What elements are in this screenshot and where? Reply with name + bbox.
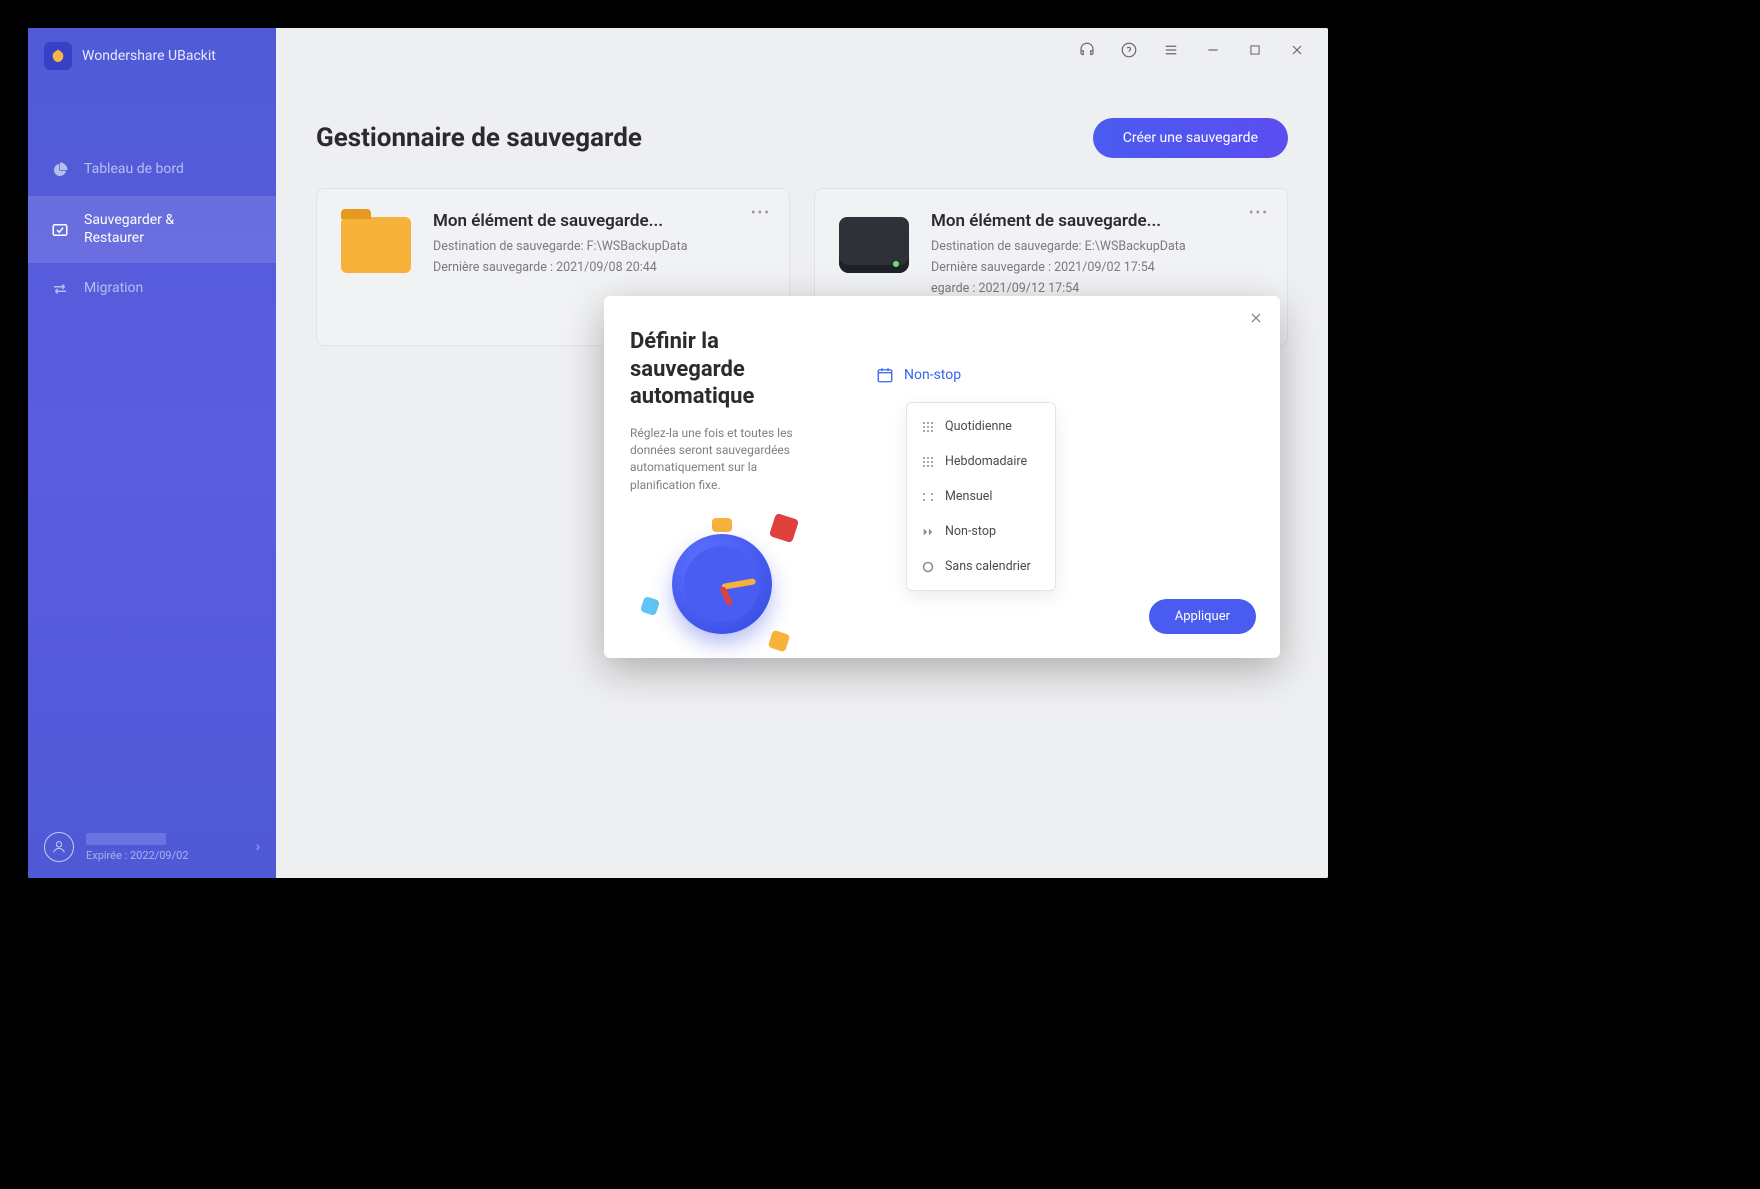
modal-right-panel: Non-stop Quotidienne Hebdomadaire [846,296,1280,658]
headset-icon[interactable] [1078,41,1096,59]
calendar-icon [876,366,894,384]
close-icon[interactable] [1248,310,1264,326]
card-more-icon[interactable]: ••• [1249,205,1269,221]
titlebar-left: Wondershare UBackit [28,28,276,84]
sidebar-item-label: Migration [84,280,143,298]
close-icon[interactable] [1288,41,1306,59]
dropdown-option-label: Quotidienne [945,419,1012,434]
user-expire-label: Expirée : 2022/09/02 [86,849,244,862]
pie-chart-icon [50,160,70,180]
card-last-backup: Dernière sauvegarde : 2021/09/08 20:44 [433,260,765,275]
dropdown-option-no-schedule[interactable]: Sans calendrier [907,549,1055,584]
maximize-icon[interactable] [1246,41,1264,59]
app-title: Wondershare UBackit [82,48,216,64]
dots-sparse-icon [921,490,935,504]
fast-forward-icon [921,525,935,539]
disk-icon [839,217,909,273]
apply-button[interactable]: Appliquer [1149,599,1256,634]
sidebar: Wondershare UBackit Tableau de bord Sauv… [28,28,276,878]
clock-button-decoration [712,518,732,532]
card-title: Mon élément de sauvegarde... [433,211,765,231]
dropdown-option-weekly[interactable]: Hebdomadaire [907,444,1055,479]
cube-decoration [768,630,791,653]
sidebar-item-label: Sauvegarder & Restaurer [84,212,174,247]
sidebar-item-migration[interactable]: Migration [28,263,276,315]
schedule-selector[interactable]: Non-stop [876,366,1250,384]
user-footer[interactable]: Expirée : 2022/09/02 › [44,832,260,862]
dots-grid-icon [921,455,935,469]
avatar-icon [44,832,74,862]
modal-title: Définir la sauvegarde automatique [630,328,820,411]
user-name-redacted [86,833,166,845]
card-title: Mon élément de sauvegarde... [931,211,1263,231]
sidebar-item-dashboard[interactable]: Tableau de bord [28,144,276,196]
menu-icon[interactable] [1162,41,1180,59]
app-logo-icon [44,42,72,70]
page-title: Gestionnaire de sauvegarde [316,123,642,153]
chevron-right-icon: › [256,839,260,855]
titlebar-right [1056,28,1328,72]
schedule-selected-label: Non-stop [904,367,961,383]
modal-description: Réglez-la une fois et toutes les données… [630,425,820,495]
sidebar-nav: Tableau de bord Sauvegarder & Restaurer … [28,144,276,315]
dots-grid-icon [921,420,935,434]
minimize-icon[interactable] [1204,41,1222,59]
cube-decoration [769,513,799,543]
main-area: Gestionnaire de sauvegarde Créer une sau… [276,28,1328,878]
folder-icon [341,217,411,273]
create-backup-button[interactable]: Créer une sauvegarde [1093,118,1288,158]
app-window: Wondershare UBackit Tableau de bord Sauv… [28,28,1328,878]
circle-outline-icon [921,560,935,574]
page-header: Gestionnaire de sauvegarde Créer une sau… [316,118,1288,158]
dropdown-option-label: Non-stop [945,524,996,539]
user-block: Expirée : 2022/09/02 [86,833,244,862]
transfer-icon [50,279,70,299]
card-next-backup: egarde : 2021/09/12 17:54 [931,281,1263,296]
backup-icon [50,220,70,240]
dropdown-option-label: Hebdomadaire [945,454,1027,469]
dropdown-option-nonstop[interactable]: Non-stop [907,514,1055,549]
schedule-dropdown: Quotidienne Hebdomadaire Mensuel [906,402,1056,591]
dropdown-option-label: Sans calendrier [945,559,1031,574]
card-last-backup: Dernière sauvegarde : 2021/09/02 17:54 [931,260,1263,275]
cube-decoration [640,596,660,616]
dropdown-option-daily[interactable]: Quotidienne [907,409,1055,444]
modal-left-panel: Définir la sauvegarde automatique Réglez… [604,296,846,658]
card-destination: Destination de sauvegarde: F:\WSBackupDa… [433,239,765,254]
card-destination: Destination de sauvegarde: E:\WSBackupDa… [931,239,1263,254]
dropdown-option-monthly[interactable]: Mensuel [907,479,1055,514]
card-more-icon[interactable]: ••• [751,205,771,221]
sidebar-item-backup-restore[interactable]: Sauvegarder & Restaurer [28,196,276,263]
clock-illustration [630,504,810,654]
sidebar-item-label: Tableau de bord [84,161,184,179]
help-icon[interactable] [1120,41,1138,59]
schedule-modal: Définir la sauvegarde automatique Réglez… [604,296,1280,658]
dropdown-option-label: Mensuel [945,489,992,504]
